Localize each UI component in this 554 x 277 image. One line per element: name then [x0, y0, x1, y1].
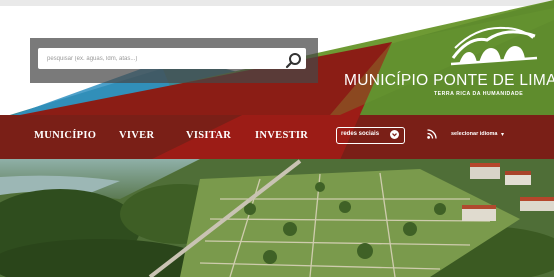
search-input[interactable]: [38, 48, 306, 69]
social-dropdown-label: redes sociais: [341, 131, 380, 137]
language-selector[interactable]: selecionar idioma: [451, 131, 497, 137]
nav-item-municipio[interactable]: MUNICÍPIO: [34, 130, 96, 141]
aerial-photo: [0, 159, 554, 277]
bridge-logo-icon[interactable]: [447, 18, 539, 70]
chevron-down-icon: [390, 130, 399, 139]
search-icon[interactable]: [284, 51, 304, 70]
nav-item-visitar[interactable]: VISITAR: [186, 130, 231, 141]
rss-icon[interactable]: [427, 129, 437, 139]
nav-item-viver[interactable]: VIVER: [119, 130, 154, 141]
page: MUNICÍPIO PONTE DE LIMA TERRA RICA DA HU…: [0, 0, 554, 277]
caret-down-icon: ▾: [501, 132, 505, 138]
brand-tagline: TERRA RICA DA HUMANIDADE: [434, 91, 524, 97]
brand-name[interactable]: MUNICÍPIO PONTE DE LIMA: [344, 72, 554, 90]
nav-item-investir[interactable]: INVESTIR: [255, 130, 308, 141]
search-box: [30, 38, 318, 83]
